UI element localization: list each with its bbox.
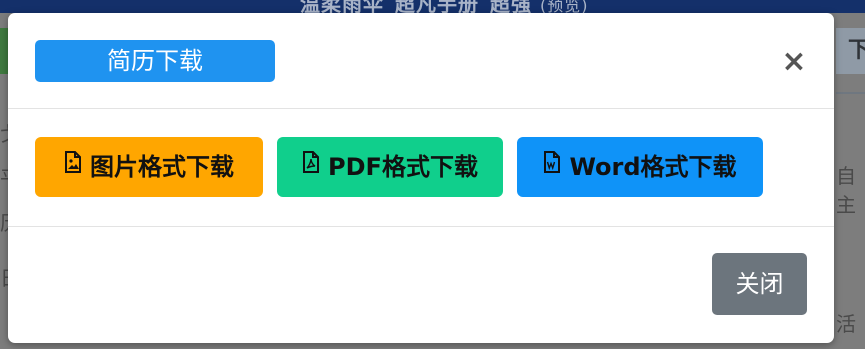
background-green-tab <box>0 28 8 74</box>
background-divider <box>836 92 865 94</box>
background-download-button: 下 <box>836 28 865 74</box>
background-topbar: 温柔雨伞_超凡手册_超强 (预览) <box>0 0 865 16</box>
close-icon[interactable]: × <box>779 47 809 77</box>
download-pdf-label: PDF格式下载 <box>328 153 478 181</box>
modal-body: 图片格式下载 PDF格式下载 Word格式下载 <box>8 109 834 227</box>
file-pdf-icon <box>302 135 320 195</box>
modal-title: 简历下载 <box>35 40 275 82</box>
close-button[interactable]: 关闭 <box>712 253 807 315</box>
background-text-right-1: 自主 <box>836 164 856 217</box>
file-word-icon <box>543 135 561 195</box>
download-pdf-button[interactable]: PDF格式下载 <box>277 137 503 197</box>
resume-download-modal: 简历下载 × 图片格式下载 PDF格式下载 Word格式下载 关闭 <box>8 13 834 343</box>
download-word-button[interactable]: Word格式下载 <box>517 137 763 197</box>
background-text-right-2: 活 <box>836 312 856 336</box>
download-image-label: 图片格式下载 <box>90 153 234 181</box>
modal-header: 简历下载 × <box>8 13 834 109</box>
download-word-label: Word格式下载 <box>569 153 737 181</box>
download-image-button[interactable]: 图片格式下载 <box>35 137 263 197</box>
file-image-icon <box>64 135 82 195</box>
